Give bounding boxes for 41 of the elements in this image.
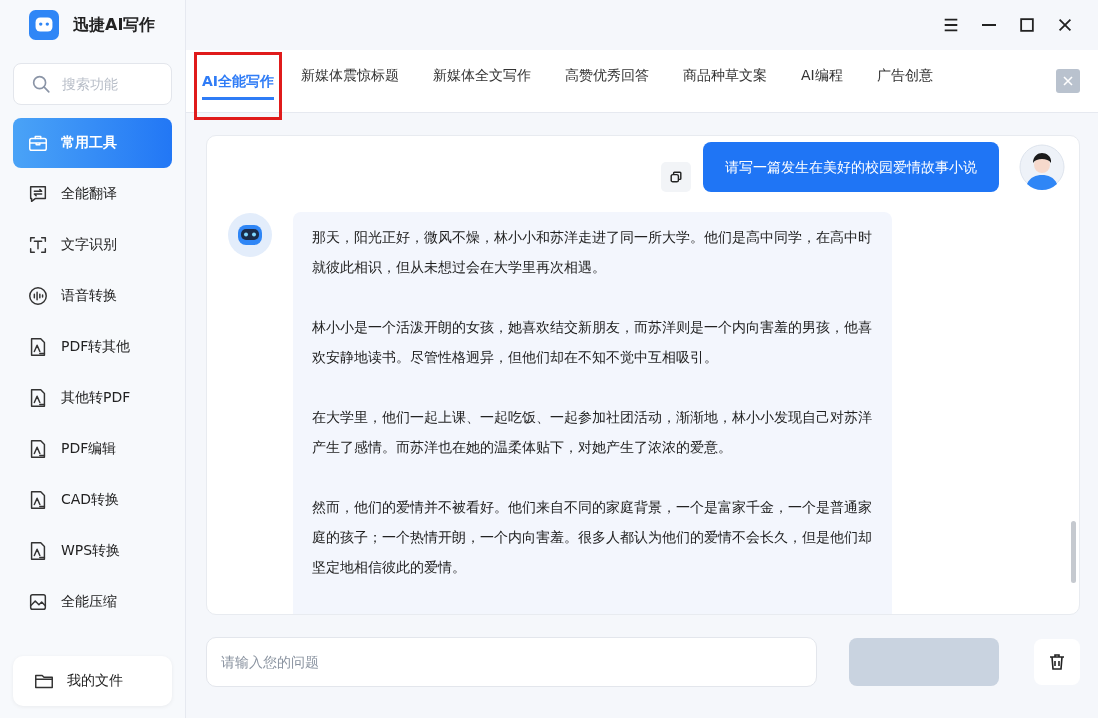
tab[interactable]: 新媒体震惊标题 (286, 49, 415, 113)
sidebar-item[interactable]: CAD转换 (13, 475, 172, 525)
sidebar-item[interactable]: WPS转换 (13, 526, 172, 576)
message-paragraph: 在大学里，他们一起上课、一起吃饭、一起参加社团活动，渐渐地，林小小发现自己对苏洋产生了感情。而苏洋也在她的温柔体贴下，对她产生了浓浓的爱意。 (312, 408, 873, 457)
sound-wave-icon (27, 285, 49, 307)
message-paragraph: 然而，他们的爱情并不被看好。他们来自不同的家庭背景，一个是富家千金，一个是普通家庭的孩子；一个热情开朗，一个内向害羞。很多人都认为他们的爱情不会长久，但是他们却坚定地相信彼此的爱情。 (312, 498, 873, 577)
sidebar-item[interactable]: 文字识别 (13, 220, 172, 270)
copy-button[interactable] (661, 162, 691, 192)
user-message: 请写一篇发生在美好的校园爱情故事小说 (703, 142, 999, 192)
text-scan-icon (27, 234, 49, 256)
minimize-icon (982, 24, 996, 26)
question-input[interactable]: 请输入您的问题 (206, 637, 817, 687)
sidebar-item[interactable]: 全能翻译 (13, 169, 172, 219)
app-title: 迅捷AI写作 (73, 14, 156, 36)
tab[interactable]: 高赞优秀回答 (550, 49, 665, 113)
tab[interactable]: 新媒体全文写作 (418, 49, 547, 113)
sidebar-item[interactable]: PDF转其他 (13, 322, 172, 372)
sidebar-item[interactable]: 语音转换 (13, 271, 172, 321)
robot-logo-icon (29, 10, 59, 40)
search-field[interactable]: 搜索功能 (13, 63, 172, 105)
image-icon (27, 591, 49, 613)
sidebar-item[interactable]: 其他转PDF (13, 373, 172, 423)
message-paragraph: 林小小是一个活泼开朗的女孩，她喜欢结交新朋友，而苏洋则是一个内向害羞的男孩，他喜欢安静地读书。尽管性格迥异，但他们却在不知不觉中互相吸引。 (312, 318, 873, 367)
user-avatar-icon (1019, 144, 1065, 190)
tab[interactable]: 商品种草文案 (668, 49, 783, 113)
tab[interactable]: 广告创意 (861, 49, 948, 113)
copy-icon (668, 169, 684, 185)
sidebar-item[interactable]: PDF编辑 (13, 424, 172, 474)
menu-icon (942, 16, 960, 34)
chat-arrows-icon (27, 183, 49, 205)
sidebar-item[interactable]: 全能压缩 (13, 577, 172, 627)
maximize-icon (1018, 16, 1036, 34)
trash-icon (1047, 652, 1067, 672)
scrollbar (1071, 521, 1076, 583)
clear-button[interactable] (1034, 639, 1080, 685)
tab[interactable]: AI编程 (786, 49, 858, 113)
robot-avatar-icon (227, 212, 273, 258)
message-paragraph: 那天，阳光正好，微风不燥，林小小和苏洋走进了同一所大学。他们是高中同学，在高中时就彼此相识，但从未想过会在大学里再次相遇。 (312, 228, 873, 277)
close-icon (1056, 16, 1074, 34)
tab[interactable]: AI全能写作 (202, 61, 275, 100)
my-files-button[interactable]: 我的文件 (13, 656, 172, 706)
